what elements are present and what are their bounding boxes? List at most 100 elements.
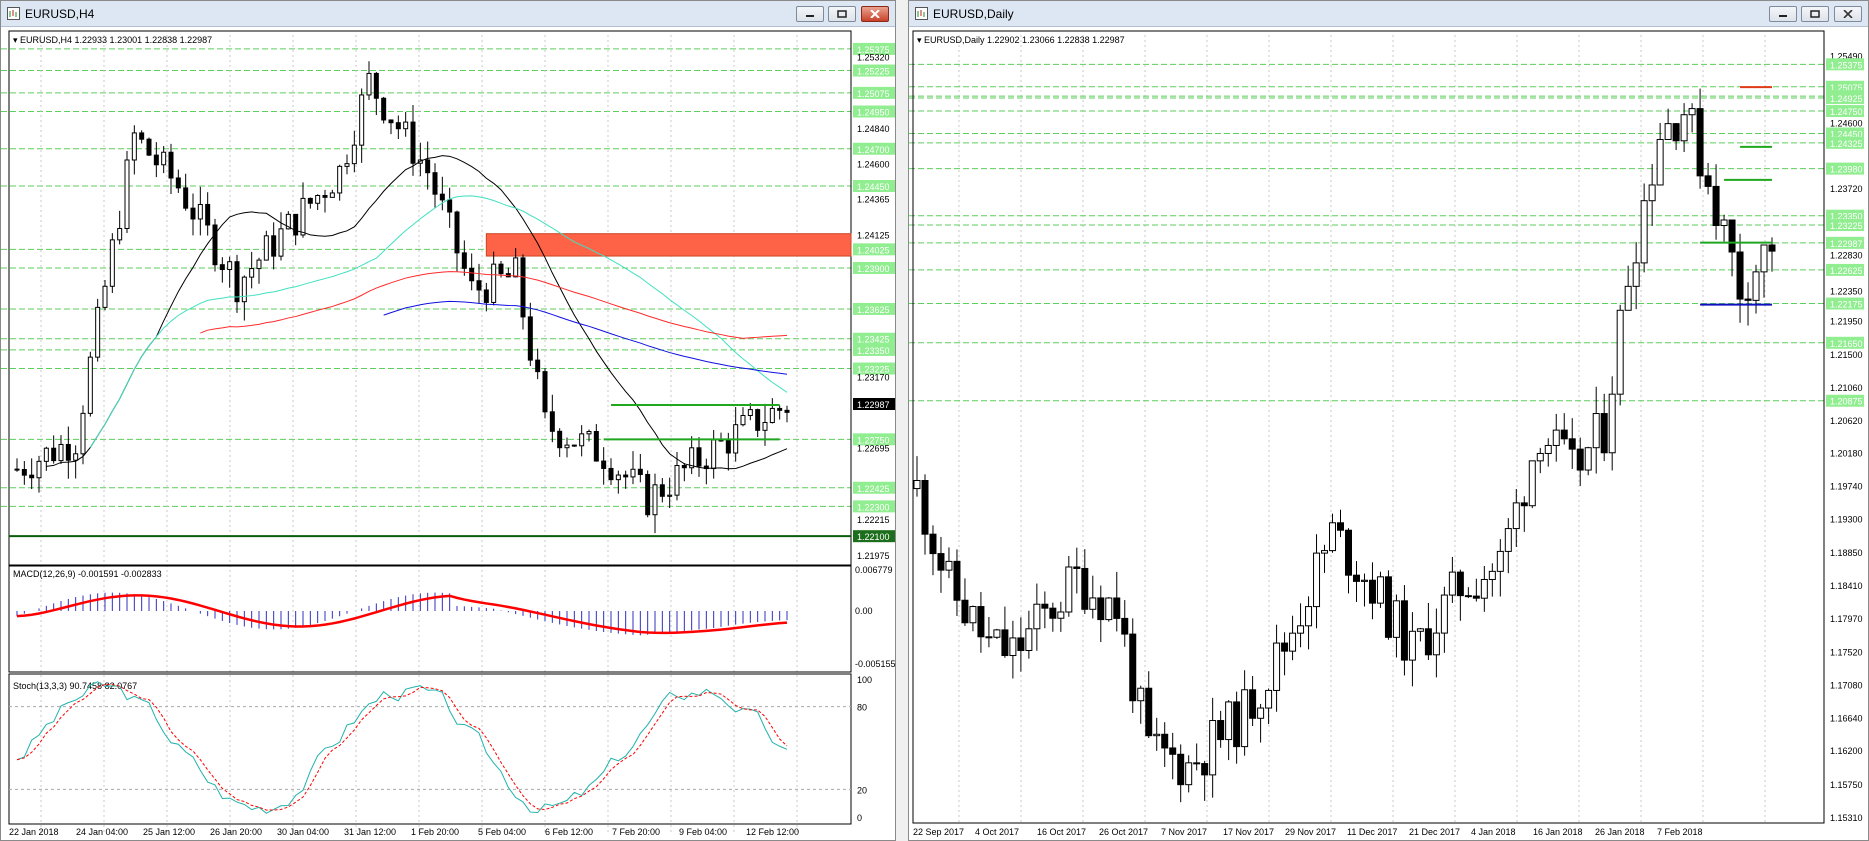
candle [1496,550,1504,572]
candle [1265,689,1273,709]
candle [73,453,79,461]
candle [1041,603,1049,609]
candle [520,257,526,318]
candle [461,252,467,269]
candle [51,447,57,462]
h4-titlebar[interactable]: EURUSD,H4 [1,1,895,27]
candle [1472,595,1480,599]
price-tick-label: 1.19740 [1830,482,1863,492]
price-tick-label: 1.16640 [1830,713,1863,723]
price-tick-label: 1.25225 [857,67,890,77]
candle [1376,576,1384,604]
macd-label: MACD(12,26,9) -0.001591 -0.002833 [13,569,162,579]
price-tick-label: 1.20875 [1830,397,1863,407]
time-axis-label: 26 Jan 20:00 [210,827,262,837]
candle [1512,502,1520,530]
candle [131,132,137,161]
candle [1177,753,1185,786]
h4-chart-area[interactable]: 1.253751.253201.252251.250751.249501.248… [1,27,895,840]
candle [1384,576,1392,638]
candle [476,280,482,291]
time-axis-label: 29 Nov 2017 [1285,827,1336,837]
candle [615,474,621,481]
minimize-button[interactable] [1769,6,1797,22]
daily-chart-area[interactable]: 1.254901.253751.250751.249501.249251.247… [909,27,1868,840]
close-button[interactable] [1834,6,1862,22]
candle [454,211,460,254]
price-tick-label: 1.23225 [1830,221,1863,231]
candle [1281,642,1289,652]
price-tick-label: 1.22300 [857,502,890,512]
candle [1680,114,1688,142]
candle [755,409,761,431]
candle [1065,566,1073,613]
resistance-zone [485,233,852,257]
time-axis-label: 25 Jan 12:00 [143,827,195,837]
candle [124,159,130,229]
candle [1584,447,1592,471]
candle [784,409,790,413]
macd-pane-frame [8,565,852,673]
daily-pane-frame [912,30,1825,824]
time-axis-label: 4 Oct 2017 [975,827,1019,837]
candle [1608,393,1616,454]
candle [711,439,717,470]
candle [183,187,189,209]
candle [1656,138,1664,186]
candle [1592,413,1600,449]
candle [1153,733,1161,737]
candle [1289,632,1297,652]
candle [1073,566,1081,569]
candle [1225,701,1233,741]
candle [168,151,174,179]
candle [1728,219,1736,253]
candle [1169,747,1177,755]
candle [1440,594,1448,634]
time-axis-label: 30 Jan 04:00 [277,827,329,837]
candle [1664,123,1672,140]
price-tick-label: 1.21950 [1830,316,1863,326]
h4-window-title: EURUSD,H4 [25,7,95,21]
time-axis-label: 21 Dec 2017 [1409,827,1460,837]
candle [271,235,277,257]
price-tick-label: 1.23720 [1830,184,1863,194]
daily-chart-window[interactable]: EURUSD,Daily 1.254901.253751.250751.2495… [908,0,1869,841]
chart-window-icon [915,7,928,20]
candle [1648,184,1656,202]
candle [256,259,262,270]
maximize-button[interactable] [1801,6,1829,22]
stoch-axis-label: 20 [857,785,867,795]
maximize-button[interactable] [828,6,856,22]
candle [1400,600,1408,661]
candle [1616,309,1624,395]
candle [1712,185,1720,227]
candle [571,444,577,447]
candle [1720,219,1728,227]
price-tick-label: 1.22987 [857,400,890,410]
candle [219,264,225,271]
h4-chart-window[interactable]: EURUSD,H4 1.25375 1.25320 1.25225 1.25075 1.… [0,0,896,841]
candle [146,138,152,156]
price-tick-label: 1.24925 [1830,94,1863,104]
window-splitter[interactable] [896,0,908,841]
candle [1760,244,1768,273]
candle [249,268,255,278]
price-tick-label: 1.18850 [1830,548,1863,558]
candle [969,606,977,624]
minimize-button[interactable] [796,6,824,22]
candle [593,431,599,462]
candle [637,468,643,475]
close-button[interactable] [861,6,889,22]
price-tick-label: 1.20620 [1830,416,1863,426]
price-tick-label: 1.24025 [857,245,890,255]
candle [1360,579,1368,582]
candle [1241,689,1249,748]
candle [1600,413,1608,454]
daily-titlebar[interactable]: EURUSD,Daily [909,1,1868,27]
h4-chart-header: ▾ EURUSD,H4 1.22933 1.23001 1.22838 1.22… [13,35,212,45]
candle [667,494,673,497]
stoch-axis-label: 80 [857,703,867,713]
candle [535,359,541,373]
candle [1313,552,1321,608]
price-tick-label: 1.22695 [857,444,890,454]
